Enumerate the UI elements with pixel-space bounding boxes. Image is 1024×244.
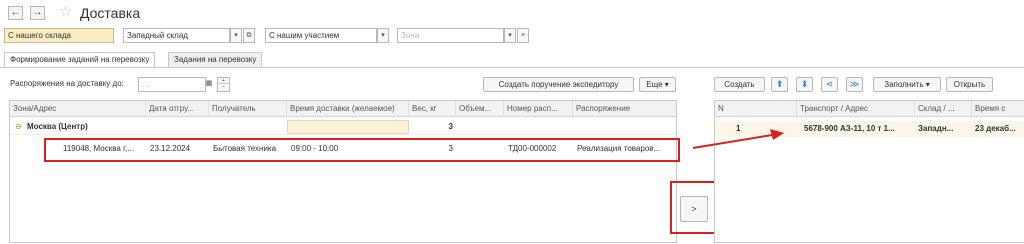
table-header: Зона/Адрес Дата отгру... Получатель Врем… <box>10 101 676 117</box>
arrow-head <box>770 129 784 140</box>
merge-button[interactable]: ≫ <box>846 77 863 92</box>
zone-clear-button[interactable]: × <box>517 28 529 43</box>
delivery-orders-table: Зона/Адрес Дата отгру... Получатель Врем… <box>9 100 677 243</box>
chevron-down-icon: ▾ <box>664 80 669 89</box>
transport-cell: 5678-900 АЗ-11, 10 т 1... <box>804 124 895 133</box>
open-button[interactable]: Открыть <box>946 77 993 92</box>
column-header[interactable]: Время с <box>972 101 1024 117</box>
open-form-icon: ⧉ <box>246 32 252 39</box>
chevron-down-icon: ▾ <box>381 32 385 39</box>
arrow-up-icon: ⬆ <box>775 79 784 89</box>
chevron-down-icon: ▾ <box>508 32 512 39</box>
annotation-arrow <box>692 129 784 149</box>
create-button[interactable]: Создать <box>714 77 765 92</box>
group-weight: 3 <box>448 122 453 131</box>
column-header[interactable]: Распоряжение <box>573 101 676 117</box>
highlight-box <box>44 138 680 162</box>
page-title: Доставка <box>80 5 141 21</box>
highlight-box <box>670 181 719 234</box>
participation-dropdown-button[interactable]: ▾ <box>377 28 389 43</box>
arrow-line <box>692 134 773 149</box>
warehouse-dropdown-button[interactable]: ▾ <box>230 28 242 43</box>
chevron-down-icon: ▾ <box>234 32 238 39</box>
move-up-button[interactable]: ⬆ <box>771 77 788 92</box>
warehouse-field[interactable]: Западный склад <box>123 28 230 43</box>
zone-dropdown-button[interactable]: ▾ <box>504 28 516 43</box>
back-button[interactable]: ← <box>8 6 23 20</box>
group-row[interactable]: ⊖ Москва (Центр) 3 <box>10 119 676 135</box>
column-header[interactable]: Транспорт / Адрес <box>797 101 915 117</box>
transport-table: N Транспорт / Адрес Склад / ... Время с … <box>714 100 1024 243</box>
warehouse-open-button[interactable]: ⧉ <box>243 28 255 43</box>
column-header[interactable]: Получатель <box>209 101 287 117</box>
time-from-cell: 23 декаб... <box>975 124 1016 133</box>
column-header[interactable]: Вес, кг <box>409 101 456 117</box>
delivery-time-cell[interactable] <box>287 120 409 134</box>
column-header[interactable]: Номер расп... <box>504 101 573 117</box>
column-header[interactable]: N <box>715 101 797 117</box>
calendar-icon[interactable]: ▦ <box>203 77 215 92</box>
date-input[interactable]: . . <box>138 77 206 92</box>
split-icon: ⋖ <box>825 79 834 89</box>
chevron-down-icon: ▾ <box>925 80 930 89</box>
date-label: Распоряжения на доставку до: <box>10 79 124 88</box>
group-zone-name: Москва (Центр) <box>27 122 88 131</box>
column-header[interactable]: Объем... <box>456 101 504 117</box>
more-button[interactable]: Еще ▾ <box>639 77 676 92</box>
arrow-right-icon: → <box>32 7 43 18</box>
favorite-star-icon[interactable]: ☆ <box>59 3 72 21</box>
split-button[interactable]: ⋖ <box>821 77 838 92</box>
zone-field[interactable]: Зона <box>397 28 504 43</box>
tab-transport-tasks[interactable]: Задания на перевозку <box>168 52 263 67</box>
stepper-down-icon[interactable]: − <box>218 84 229 91</box>
collapse-icon[interactable]: ⊖ <box>12 121 22 133</box>
fill-button[interactable]: Заполнить ▾ <box>873 77 941 92</box>
column-header[interactable]: Склад / ... <box>915 101 972 117</box>
table-header: N Транспорт / Адрес Склад / ... Время с <box>715 101 1024 117</box>
create-forwarder-order-button[interactable]: Создать поручение экспедитору <box>483 77 634 92</box>
tab-divider <box>0 67 1024 68</box>
warehouse-cell: Западн... <box>918 124 954 133</box>
close-icon: × <box>520 32 526 39</box>
tab-forming-tasks[interactable]: Формирование заданий на перевозку <box>4 52 156 67</box>
merge-icon: ≫ <box>849 79 860 89</box>
move-down-button[interactable]: ⬇ <box>796 77 813 92</box>
arrow-down-icon: ⬇ <box>800 79 809 89</box>
column-header[interactable]: Дата отгру... <box>146 101 209 117</box>
arrow-left-icon: ← <box>10 7 21 18</box>
forward-button[interactable]: → <box>30 6 45 20</box>
column-header[interactable]: Время доставки (желаемое) <box>287 101 409 117</box>
warehouse-mode-field[interactable]: С нашего склада <box>4 28 114 43</box>
date-stepper[interactable]: + − <box>217 77 230 92</box>
column-header[interactable]: Зона/Адрес <box>10 101 146 117</box>
participation-field[interactable]: С нашим участием <box>265 28 377 43</box>
